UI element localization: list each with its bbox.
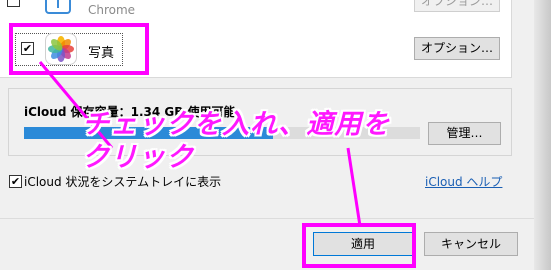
annotation-text-line2: クリック [82,142,194,173]
photos-highlight-box [9,23,149,75]
apply-highlight-box [302,223,416,268]
annotation-text-line1: チェックを入れ、適用を [82,109,391,140]
